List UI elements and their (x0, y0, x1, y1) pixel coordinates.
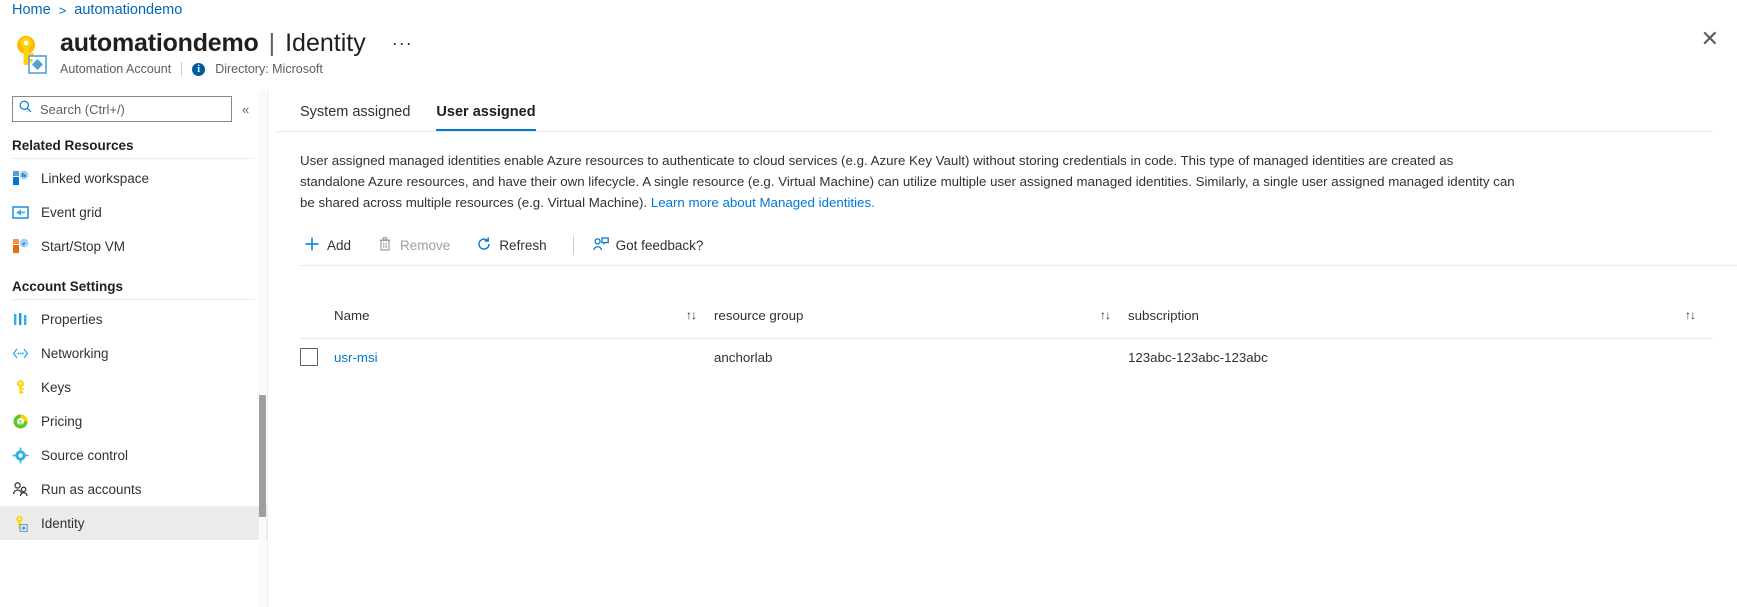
column-header-subscription[interactable]: subscription ↑↓ (1128, 308, 1713, 323)
identity-icon (12, 515, 29, 532)
sidebar-scrollbar-thumb[interactable] (259, 395, 266, 517)
page-header: automationdemo | Identity ··· Automation… (12, 28, 413, 76)
sidebar-item-label: Linked workspace (41, 170, 150, 186)
sidebar-item-linked-workspace[interactable]: Linked workspace (0, 161, 267, 195)
header-meta: Automation Account i Directory: Microsof… (60, 62, 413, 76)
column-header-subscription-label: subscription (1128, 307, 1199, 323)
page-subtitle: Identity (285, 29, 366, 57)
sidebar-item-pricing[interactable]: $ Pricing (0, 404, 267, 438)
got-feedback-button[interactable]: Got feedback? (588, 231, 716, 260)
tab-user-assigned[interactable]: User assigned (436, 104, 536, 131)
close-icon[interactable]: ✕ (1701, 28, 1719, 50)
plus-icon (304, 236, 320, 255)
sidebar-item-label: Keys (41, 379, 72, 395)
sidebar-item-label: Run as accounts (41, 481, 142, 497)
pricing-icon: $ (12, 413, 29, 430)
properties-icon (12, 311, 29, 328)
table-header-row: Name ↑↓ resource group ↑↓ subscription ↑… (300, 300, 1713, 330)
sidebar-item-networking[interactable]: Networking (0, 336, 267, 370)
sidebar-item-label: Networking (41, 345, 109, 361)
row-checkbox[interactable] (300, 348, 318, 366)
sidebar-item-label: Pricing (41, 413, 83, 429)
remove-button-label: Remove (400, 237, 451, 253)
sidebar-search-row: « (0, 90, 267, 122)
add-button-label: Add (327, 237, 352, 253)
resource-type-label: Automation Account (60, 62, 172, 76)
sidebar-item-properties[interactable]: Properties (0, 302, 267, 336)
remove-button: Remove (373, 231, 462, 260)
sidebar-group-divider (12, 158, 255, 159)
title-divider: | (268, 29, 276, 57)
collapse-sidebar-button[interactable]: « (242, 102, 249, 117)
networking-icon (12, 345, 29, 362)
refresh-button-label: Refresh (499, 237, 547, 253)
search-box[interactable] (12, 96, 232, 122)
breadcrumb: Home > automationdemo (12, 2, 182, 18)
source-control-icon (12, 447, 29, 464)
column-header-name-label: Name (334, 307, 370, 323)
learn-more-link[interactable]: Learn more about Managed identities. (651, 195, 875, 210)
sidebar: « Related Resources Linked workspace Eve… (0, 90, 268, 607)
sort-icon[interactable]: ↑↓ (1100, 308, 1128, 322)
search-icon (19, 100, 32, 118)
sidebar-item-start-stop-vm[interactable]: Start/Stop VM (0, 229, 267, 263)
run-as-accounts-icon (12, 481, 29, 498)
breadcrumb-separator-icon: > (58, 2, 67, 18)
event-grid-icon (12, 204, 29, 221)
info-icon: i (192, 62, 206, 76)
refresh-icon (476, 236, 492, 255)
directory-label: Directory: Microsoft (215, 62, 323, 76)
sidebar-item-run-as-accounts[interactable]: Run as accounts (0, 472, 267, 506)
linked-workspace-icon (12, 170, 29, 187)
column-header-resource-group[interactable]: resource group ↑↓ (714, 308, 1128, 323)
description-body: User assigned managed identities enable … (300, 153, 1515, 210)
sort-icon[interactable]: ↑↓ (1685, 308, 1713, 322)
command-bar-divider (300, 265, 1737, 266)
table-row[interactable]: usr-msi anchorlab 123abc-123abc-123abc (300, 339, 1713, 375)
sidebar-group-divider (12, 299, 255, 300)
feedback-person-icon (592, 236, 609, 255)
automation-account-key-icon (12, 32, 52, 76)
sidebar-item-source-control[interactable]: Source control (0, 438, 267, 472)
sidebar-item-label: Start/Stop VM (41, 238, 126, 254)
identities-table: Name ↑↓ resource group ↑↓ subscription ↑… (276, 300, 1713, 375)
breadcrumb-current[interactable]: automationdemo (74, 2, 182, 18)
command-bar: Add Remove Refresh Got feedback? (276, 213, 1737, 263)
sidebar-item-label: Identity (41, 515, 85, 531)
tab-system-assigned[interactable]: System assigned (300, 104, 410, 131)
add-button[interactable]: Add (300, 231, 363, 260)
sidebar-item-label: Source control (41, 447, 129, 463)
sidebar-item-label: Properties (41, 311, 103, 327)
sort-icon[interactable]: ↑↓ (686, 308, 714, 322)
start-stop-vm-icon (12, 238, 29, 255)
search-input[interactable] (38, 100, 225, 118)
trash-icon (377, 236, 393, 255)
meta-divider (181, 62, 183, 76)
cell-resource-group: anchorlab (714, 349, 773, 365)
column-header-resource-group-label: resource group (714, 307, 804, 323)
description-text: User assigned managed identities enable … (276, 132, 1546, 213)
main-content: System assigned User assigned User assig… (276, 90, 1737, 607)
identity-link[interactable]: usr-msi (334, 350, 378, 365)
sidebar-item-event-grid[interactable]: Event grid (0, 195, 267, 229)
column-header-name[interactable]: Name ↑↓ (300, 308, 714, 323)
sidebar-item-label: Event grid (41, 204, 102, 220)
cell-subscription: 123abc-123abc-123abc (1128, 349, 1268, 365)
tab-list: System assigned User assigned (276, 90, 1713, 132)
more-options-button[interactable]: ··· (392, 34, 413, 52)
got-feedback-button-label: Got feedback? (615, 237, 704, 253)
sidebar-scrollbar-track[interactable] (259, 90, 266, 607)
sidebar-item-keys[interactable]: Keys (0, 370, 267, 404)
refresh-button[interactable]: Refresh (472, 231, 558, 260)
breadcrumb-home[interactable]: Home (12, 2, 51, 18)
command-separator (572, 235, 574, 255)
cell-name: usr-msi (334, 350, 714, 365)
sidebar-group-account-settings: Account Settings (12, 279, 124, 294)
sidebar-group-related-resources: Related Resources (12, 138, 134, 153)
keys-icon (12, 379, 29, 396)
page-title: automationdemo (60, 29, 259, 57)
sidebar-item-identity[interactable]: Identity (0, 506, 267, 540)
